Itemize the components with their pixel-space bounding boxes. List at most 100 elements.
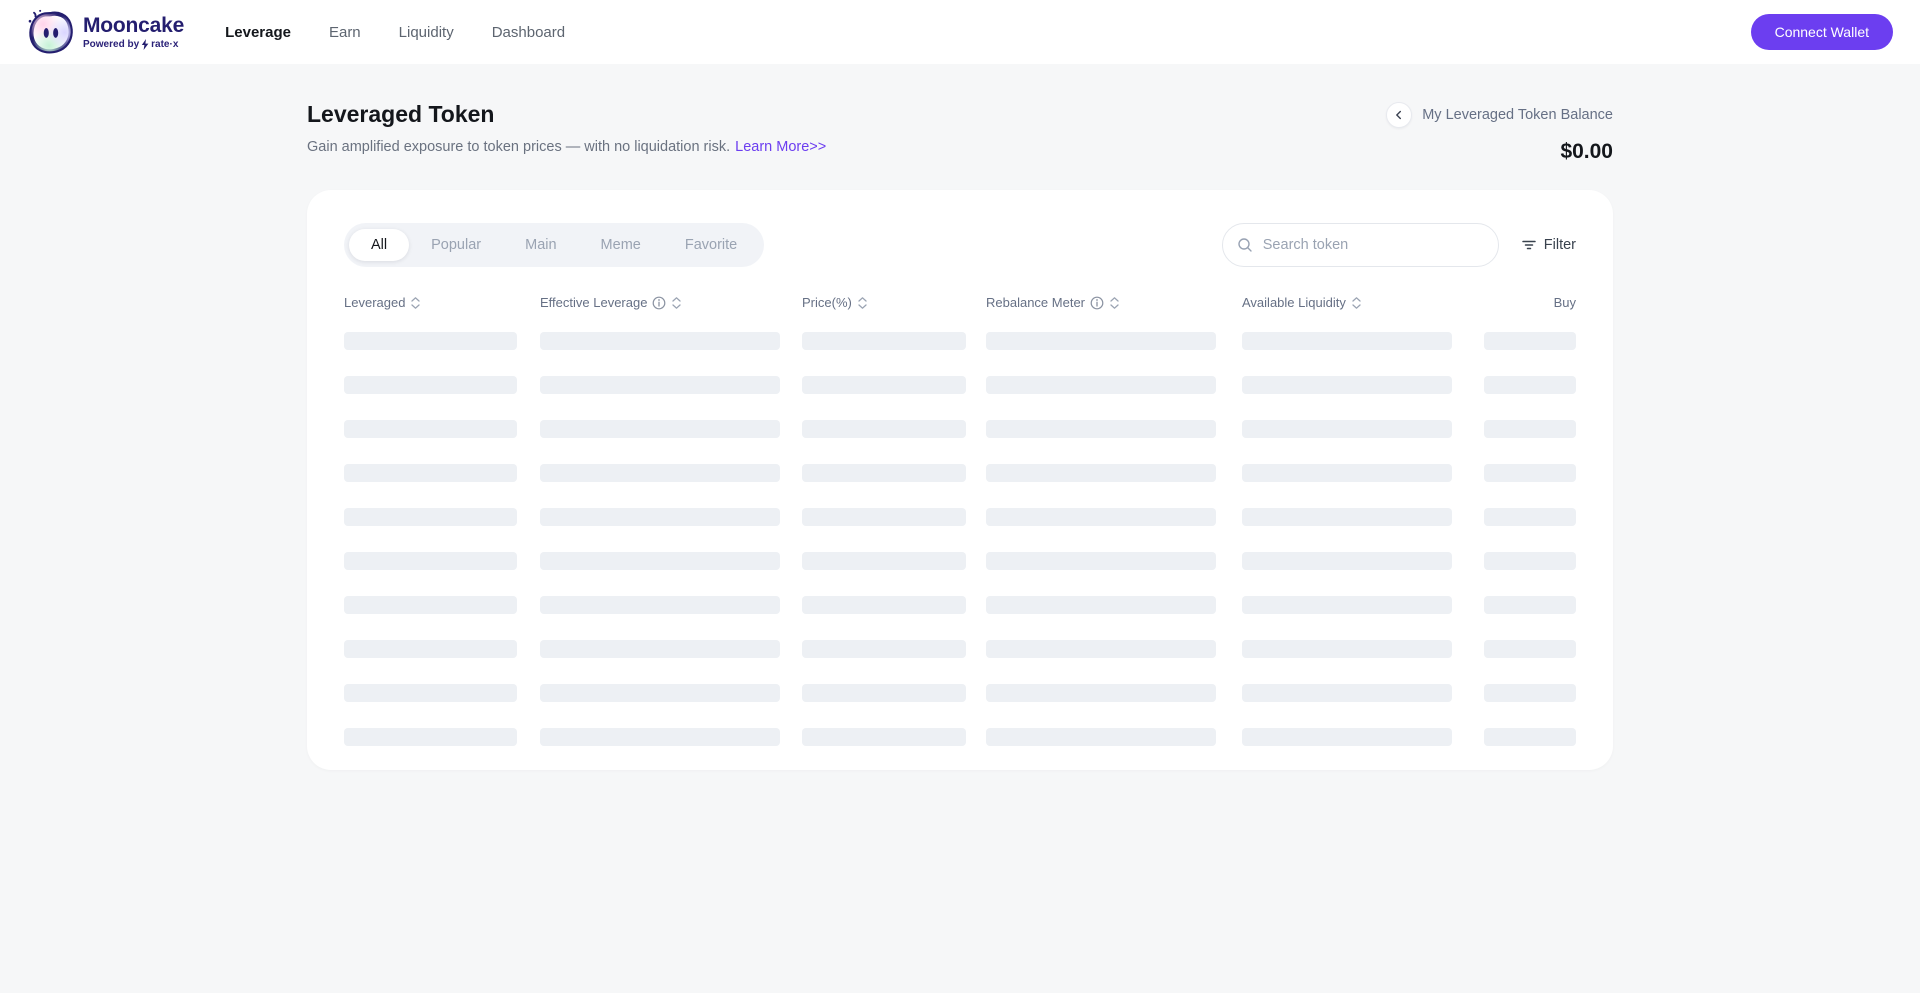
balance-back-button[interactable] xyxy=(1386,102,1413,128)
table-row-skeleton xyxy=(344,376,1576,394)
table-row-skeleton xyxy=(344,552,1576,570)
nav-item-liquidity[interactable]: Liquidity xyxy=(399,24,454,41)
skeleton-bar xyxy=(540,552,780,570)
skeleton-cell xyxy=(540,728,802,746)
col-label: Buy xyxy=(1553,295,1576,310)
skeleton-bar xyxy=(802,420,966,438)
skeleton-bar xyxy=(1484,640,1576,658)
table-row-skeleton xyxy=(344,728,1576,746)
skeleton-bar xyxy=(1242,596,1452,614)
category-tabs: All Popular Main Meme Favorite xyxy=(344,223,765,267)
lightning-bolt-icon xyxy=(141,38,149,50)
main-content: Leveraged Token Gain amplified exposure … xyxy=(0,64,1920,770)
sort-icon xyxy=(410,296,421,310)
skeleton-cell xyxy=(540,640,802,658)
skeleton-cell xyxy=(344,596,540,614)
skeleton-cell xyxy=(344,728,540,746)
filter-button[interactable]: Filter xyxy=(1521,237,1576,253)
skeleton-cell xyxy=(1484,332,1576,350)
tab-popular[interactable]: Popular xyxy=(409,229,503,261)
skeleton-cell xyxy=(1242,728,1484,746)
tab-main[interactable]: Main xyxy=(503,229,578,261)
leveraged-token-card: All Popular Main Meme Favorite Search to… xyxy=(307,190,1613,770)
skeleton-cell xyxy=(1484,464,1576,482)
skeleton-bar xyxy=(802,640,966,658)
skeleton-cell xyxy=(986,508,1242,526)
nav-item-earn[interactable]: Earn xyxy=(329,24,361,41)
col-header-rebalance-meter[interactable]: Rebalance Meter xyxy=(986,295,1242,310)
col-header-price[interactable]: Price(%) xyxy=(802,295,986,310)
skeleton-bar xyxy=(1484,596,1576,614)
skeleton-cell xyxy=(802,332,986,350)
balance-value: $0.00 xyxy=(1560,140,1613,163)
learn-more-link[interactable]: Learn More>> xyxy=(735,139,826,155)
skeleton-cell xyxy=(1484,552,1576,570)
skeleton-cell xyxy=(802,684,986,702)
skeleton-bar xyxy=(540,596,780,614)
table-row-skeleton xyxy=(344,508,1576,526)
sort-icon xyxy=(1109,296,1120,310)
skeleton-cell xyxy=(802,596,986,614)
skeleton-cell xyxy=(802,508,986,526)
skeleton-bar xyxy=(986,508,1216,526)
skeleton-bar xyxy=(344,508,517,526)
chevron-left-icon xyxy=(1392,108,1406,122)
info-icon[interactable] xyxy=(652,296,666,310)
page-subtitle: Gain amplified exposure to token prices … xyxy=(307,139,826,155)
skeleton-cell xyxy=(1484,376,1576,394)
tagline-brand: rate·x xyxy=(151,38,179,50)
brand-logo[interactable]: Mooncake Powered by rate·x xyxy=(27,8,184,56)
col-header-buy: Buy xyxy=(1484,295,1576,310)
col-label: Rebalance Meter xyxy=(986,295,1085,310)
skeleton-cell xyxy=(1242,684,1484,702)
balance-label: My Leveraged Token Balance xyxy=(1422,107,1613,123)
mooncake-mascot-icon xyxy=(27,8,74,56)
skeleton-bar xyxy=(986,728,1216,746)
skeleton-cell xyxy=(986,684,1242,702)
skeleton-bar xyxy=(540,508,780,526)
skeleton-cell xyxy=(986,332,1242,350)
table-row-skeleton xyxy=(344,464,1576,482)
tab-all[interactable]: All xyxy=(349,229,410,261)
col-header-effective-leverage[interactable]: Effective Leverage xyxy=(540,295,802,310)
skeleton-cell xyxy=(986,728,1242,746)
col-header-available-liquidity[interactable]: Available Liquidity xyxy=(1242,295,1484,310)
skeleton-bar xyxy=(1242,376,1452,394)
table-row-skeleton xyxy=(344,640,1576,658)
skeleton-bar xyxy=(1242,640,1452,658)
skeleton-bar xyxy=(344,464,517,482)
skeleton-cell xyxy=(1484,420,1576,438)
skeleton-bar xyxy=(1242,684,1452,702)
info-icon[interactable] xyxy=(1090,296,1104,310)
skeleton-bar xyxy=(986,376,1216,394)
skeleton-cell xyxy=(540,508,802,526)
skeleton-cell xyxy=(540,376,802,394)
skeleton-bar xyxy=(1484,552,1576,570)
skeleton-bar xyxy=(540,420,780,438)
skeleton-cell xyxy=(344,464,540,482)
skeleton-bar xyxy=(1242,464,1452,482)
col-label: Price(%) xyxy=(802,295,852,310)
skeleton-cell xyxy=(1242,508,1484,526)
skeleton-bar xyxy=(1484,728,1576,746)
skeleton-cell xyxy=(1242,376,1484,394)
connect-wallet-button[interactable]: Connect Wallet xyxy=(1750,14,1893,50)
skeleton-cell xyxy=(344,332,540,350)
col-header-leveraged[interactable]: Leveraged xyxy=(344,295,540,310)
filter-lines-icon xyxy=(1521,238,1537,252)
skeleton-bar xyxy=(802,596,966,614)
col-label: Effective Leverage xyxy=(540,295,648,310)
skeleton-bar xyxy=(540,684,780,702)
skeleton-cell xyxy=(802,464,986,482)
skeleton-bar xyxy=(1484,684,1576,702)
skeleton-cell xyxy=(344,552,540,570)
tab-meme[interactable]: Meme xyxy=(579,229,663,261)
nav-item-leverage[interactable]: Leverage xyxy=(225,24,291,41)
skeleton-bar xyxy=(344,728,517,746)
skeleton-bar xyxy=(344,596,517,614)
tab-favorite[interactable]: Favorite xyxy=(663,229,759,261)
search-input[interactable] xyxy=(1221,223,1499,267)
skeleton-bar xyxy=(1242,508,1452,526)
nav-item-dashboard[interactable]: Dashboard xyxy=(492,24,565,41)
skeleton-cell xyxy=(1484,640,1576,658)
